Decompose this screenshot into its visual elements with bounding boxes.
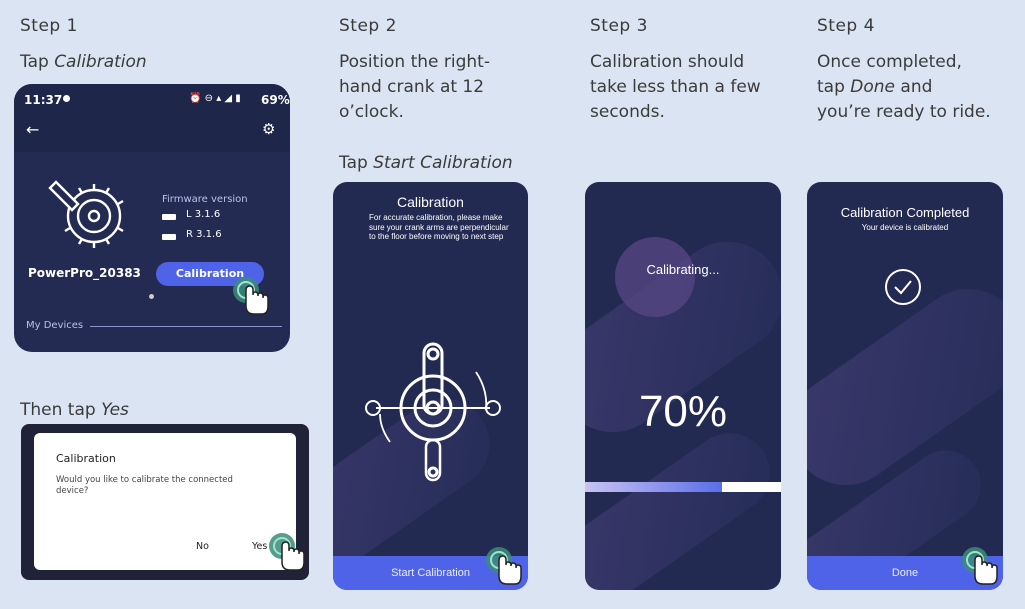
back-arrow-icon[interactable]: ← bbox=[26, 120, 39, 139]
tap-hand-icon bbox=[486, 547, 522, 585]
battery-icon bbox=[162, 234, 176, 240]
crankset-icon bbox=[48, 180, 124, 248]
step4-line2-prefix: tap bbox=[817, 77, 851, 97]
screen-calibration-intro: Calibration For accurate calibration, pl… bbox=[333, 182, 528, 590]
step4-line2-emphasis: Done bbox=[850, 77, 896, 97]
step2-line1: Position the right- bbox=[339, 52, 490, 72]
then-tap-emphasis: Yes bbox=[101, 400, 129, 420]
step2-line2: hand crank at 12 bbox=[339, 77, 485, 97]
step4-line2-suffix: and bbox=[895, 77, 933, 97]
progress-track bbox=[585, 482, 781, 492]
step1-instruction-emphasis: Calibration bbox=[54, 52, 147, 72]
step3-line3: seconds. bbox=[590, 102, 665, 122]
step4-line3: you’re ready to ride. bbox=[817, 102, 991, 122]
progress-fill bbox=[585, 482, 723, 492]
dialog-frame: Calibration Would you like to calibrate … bbox=[21, 424, 309, 580]
checkmark-icon bbox=[885, 269, 921, 305]
completed-subtitle: Your device is calibrated bbox=[861, 223, 949, 232]
status-icons: ⏰ ⊖ ▴ ◢ ▮ bbox=[189, 93, 241, 104]
completed-title: Calibration Completed bbox=[840, 205, 970, 220]
device-name: PowerPro_20383 bbox=[28, 266, 141, 280]
screen-calibration-completed: Calibration Completed Your device is cal… bbox=[807, 182, 1003, 590]
step2-tap-instruction: Tap Start Calibration bbox=[339, 151, 513, 176]
step2-title: Step 2 bbox=[339, 16, 397, 36]
left-version: L 3.1.6 bbox=[186, 209, 221, 220]
step2-line3: o’clock. bbox=[339, 102, 404, 122]
then-tap-prefix: Then tap bbox=[20, 400, 102, 420]
step2-instruction: Position the right- hand crank at 12 o’c… bbox=[339, 50, 490, 125]
calibrating-status: Calibrating... bbox=[646, 262, 720, 277]
right-version: R 3.1.6 bbox=[186, 229, 222, 240]
step3-line2: take less than a few bbox=[590, 77, 761, 97]
progress-percent: 70% bbox=[638, 387, 728, 436]
notification-icon bbox=[63, 95, 70, 102]
battery-icon bbox=[162, 214, 176, 220]
screen2-title: Calibration bbox=[397, 194, 464, 210]
page-indicator bbox=[149, 294, 154, 299]
step4-title: Step 4 bbox=[817, 16, 875, 36]
step2-tap-prefix: Tap bbox=[339, 153, 374, 173]
tap-hand-icon bbox=[962, 547, 998, 585]
tap-hand-icon bbox=[233, 277, 269, 315]
step3-title: Step 3 bbox=[590, 16, 648, 36]
status-time: 11:37 bbox=[24, 93, 63, 107]
step1-title: Step 1 bbox=[20, 16, 78, 36]
step4-instruction: Once completed, tap Done and you’re read… bbox=[817, 50, 991, 125]
step1-instruction: Tap Calibration bbox=[20, 50, 147, 75]
step3-instruction: Calibration should take less than a few … bbox=[590, 50, 761, 125]
crank-position-icon bbox=[365, 342, 501, 482]
background-shape bbox=[585, 417, 781, 590]
screen-calibrating: Calibrating... 70% bbox=[585, 182, 781, 590]
step3-line1: Calibration should bbox=[590, 52, 745, 72]
section-divider bbox=[90, 326, 282, 327]
step4-line2: tap Done and bbox=[817, 75, 991, 100]
screen-device-overview: 11:37 ⏰ ⊖ ▴ ◢ ▮ 69% ← ⚙ Firmware version… bbox=[14, 84, 290, 352]
step4-line1: Once completed, bbox=[817, 52, 962, 72]
step1-instruction-prefix: Tap bbox=[20, 52, 55, 72]
firmware-label: Firmware version bbox=[162, 194, 248, 205]
my-devices-label: My Devices bbox=[26, 320, 84, 331]
screen2-note: For accurate calibration, please make su… bbox=[369, 213, 509, 241]
then-tap-instruction: Then tap Yes bbox=[20, 398, 129, 423]
tap-hand-icon bbox=[269, 533, 305, 571]
dialog-no-button[interactable]: No bbox=[196, 541, 209, 552]
step2-tap-emphasis: Start Calibration bbox=[373, 153, 513, 173]
gear-icon[interactable]: ⚙ bbox=[262, 120, 275, 138]
battery-percent: 69% bbox=[261, 93, 290, 107]
dialog-message: Would you like to calibrate the connecte… bbox=[56, 475, 233, 496]
dialog-title: Calibration bbox=[56, 452, 116, 465]
confirm-dialog: Calibration Would you like to calibrate … bbox=[34, 433, 296, 570]
